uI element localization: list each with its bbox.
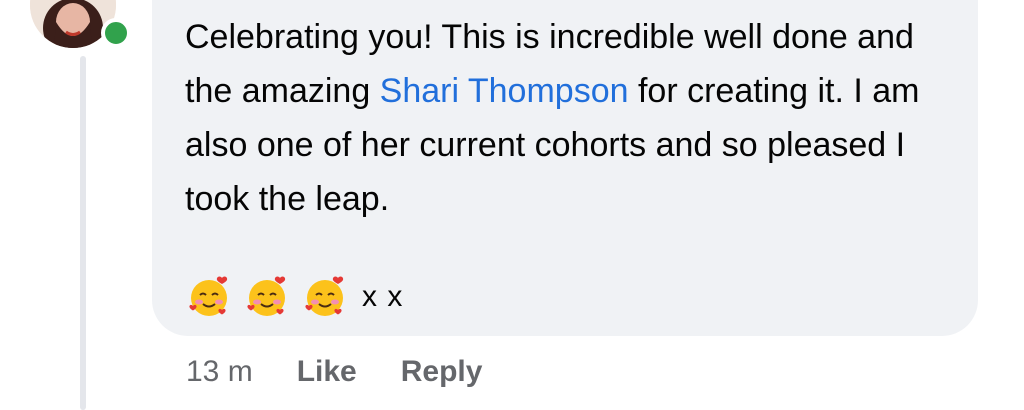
smiling-face-with-hearts-icon [189,276,228,316]
online-status-indicator [101,18,131,48]
emoji-tail-text: x x [362,280,404,313]
comment-actions: 13 m Like Reply [186,350,526,394]
smiling-face-with-hearts-icon [247,276,286,316]
comment-text: Celebrating you! This is incredible well… [185,10,965,226]
reply-button[interactable]: Reply [401,355,483,389]
smiling-face-with-hearts-icon [305,276,344,316]
comment-thread: Celebrating you! This is incredible well… [0,0,1024,410]
comment-timestamp[interactable]: 13 m [186,355,253,389]
thread-line [80,56,86,410]
mention-link[interactable]: Shari Thompson [380,72,629,110]
like-button[interactable]: Like [297,355,357,389]
emoji-row: x x [186,272,403,322]
